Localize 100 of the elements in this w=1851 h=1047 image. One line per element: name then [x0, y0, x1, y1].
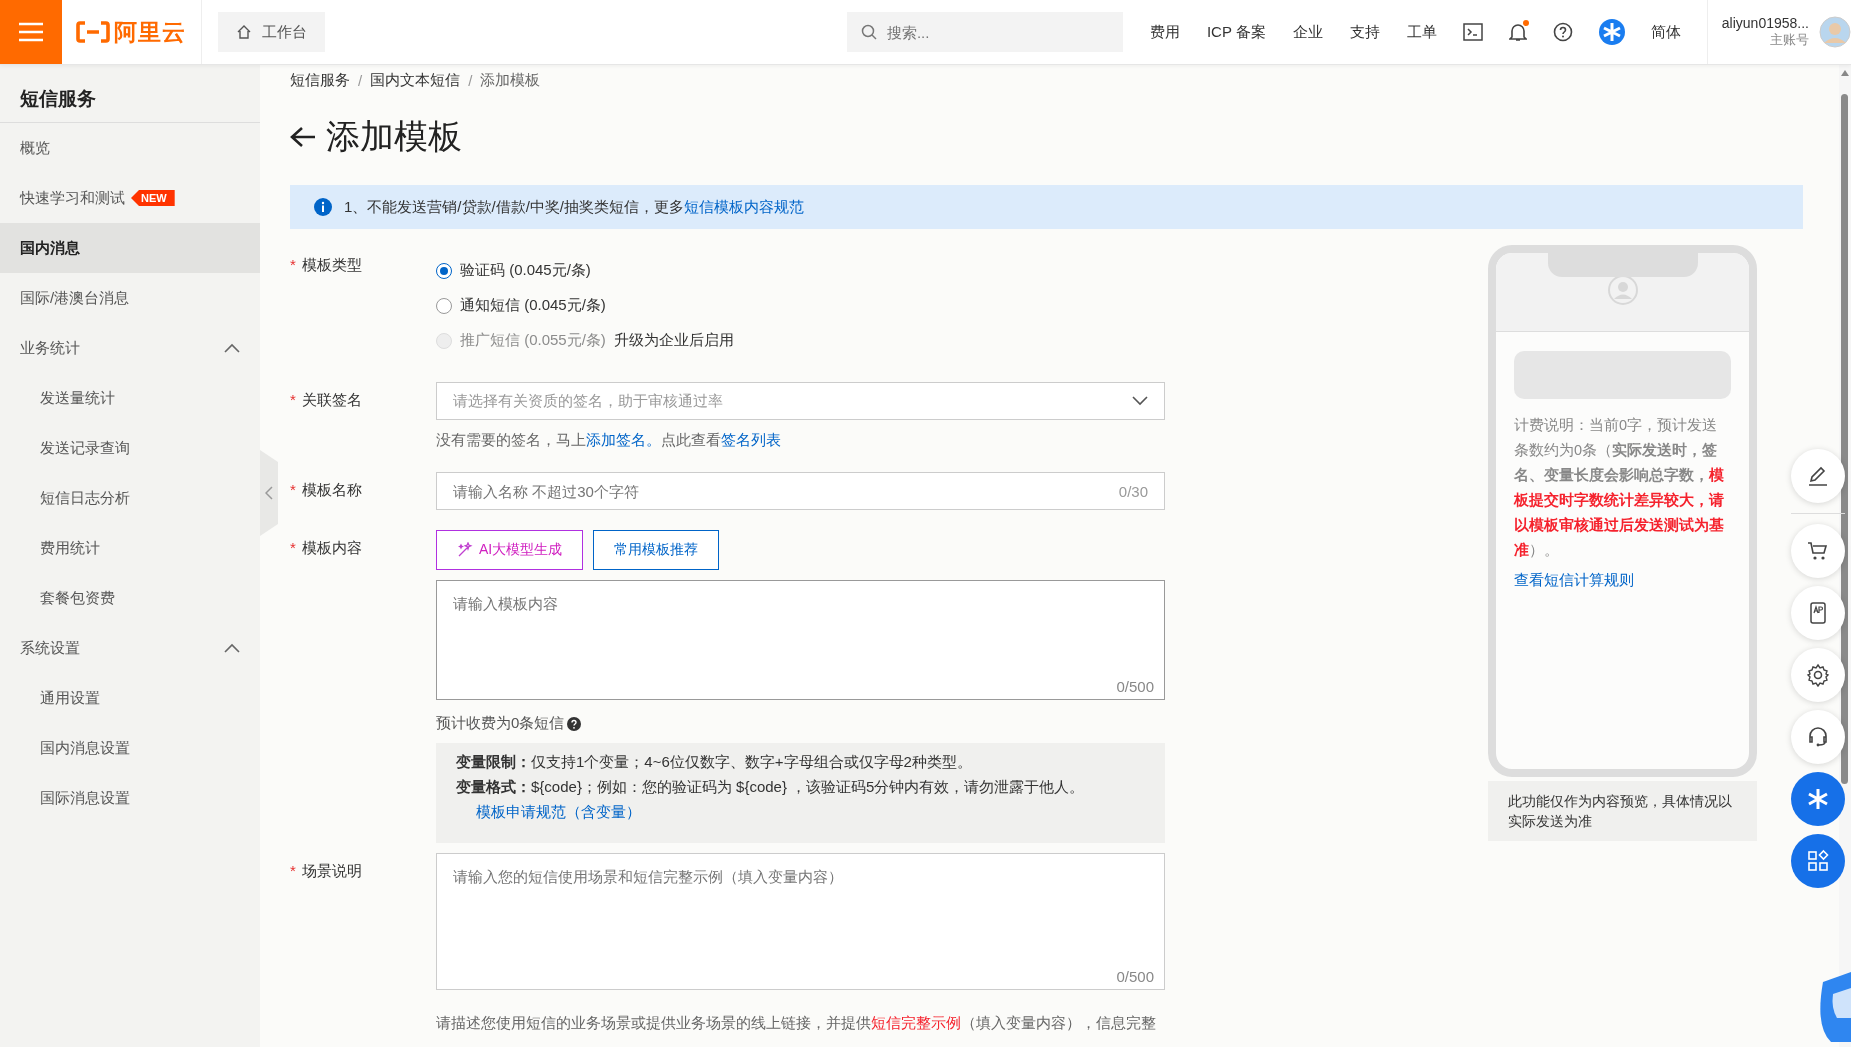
home-icon: [236, 24, 252, 40]
chevron-left-icon: [265, 486, 273, 500]
required-mark: *: [290, 391, 296, 408]
user-name[interactable]: aliyun01958...: [1721, 15, 1809, 31]
workbench-button[interactable]: 工作台: [218, 12, 325, 52]
variable-tip: 变量格式：${code}；例如：您的验证码为 ${code} ，该验证码5分钟内有效，请勿泄露于他人。: [456, 778, 1086, 797]
menu-button[interactable]: [0, 0, 62, 64]
sidebar-item[interactable]: 概览: [0, 123, 260, 173]
menu-icon: [18, 22, 44, 42]
new-badge: NEW: [131, 190, 175, 206]
radio-button[interactable]: [436, 297, 452, 314]
sidebar-item[interactable]: 短信日志分析: [0, 473, 260, 523]
sidebar-item[interactable]: 国内消息: [0, 223, 260, 273]
upgrade-note: 升级为企业后启用: [613, 331, 734, 350]
sidebar-item[interactable]: 快速学习和测试 NEW: [0, 173, 260, 223]
required-mark: *: [290, 539, 296, 556]
scroll-up-icon[interactable]: [1841, 70, 1849, 76]
pencil-button[interactable]: [1791, 449, 1845, 503]
terminal-icon[interactable]: [1462, 23, 1483, 41]
breadcrumb-link[interactable]: 短信服务: [290, 70, 350, 90]
settings-button[interactable]: [1791, 648, 1845, 702]
nav-link[interactable]: 支持: [1349, 22, 1380, 42]
notice-link[interactable]: 短信模板内容规范: [684, 197, 804, 215]
star-icon: [1806, 787, 1830, 811]
field-label: 模板内容: [301, 539, 362, 558]
radio-label[interactable]: 验证码 (0.045元/条): [460, 261, 591, 280]
breadcrumb-current: 添加模板: [480, 70, 541, 90]
grid-icon: [1806, 849, 1830, 873]
billing-note: 计费说明：当前0字，预计发送条数约为0条（实际发送时，签名、变量长度会影响总字数，模板提交时字数统计差异较大，请以模板审核通过后发送测试为基准）。: [1514, 416, 1725, 560]
help-link[interactable]: 添加签名。: [586, 431, 661, 448]
sparkle-icon: [457, 542, 473, 558]
headset-icon: [1806, 725, 1830, 749]
variable-tip: 变量限制：仅支持1个变量；4~6位仅数字、数字+字母组合或仅字母2种类型。: [456, 753, 973, 772]
sidebar-item[interactable]: 通用设置: [0, 673, 260, 723]
field-label: 模板名称: [301, 481, 362, 500]
field-label: 场景说明: [301, 862, 362, 881]
sidebar-item[interactable]: 国际/港澳台消息: [0, 273, 260, 323]
signature-help: 没有需要的签名，马上添加签名。点此查看签名列表: [436, 431, 782, 450]
field-label: 模板类型: [301, 256, 362, 275]
example-link[interactable]: 短信完整示例: [871, 1014, 961, 1031]
info-icon: [314, 198, 332, 216]
scenario-help: 请描述您使用短信的业务场景或提供业务场景的线上链接，并提供短信完整示例（填入变量内容），信息完整: [436, 1013, 1157, 1033]
headset-button[interactable]: [1791, 710, 1845, 764]
page-title: 添加模板: [326, 116, 462, 157]
help-icon[interactable]: [1552, 22, 1573, 42]
radio-label: 推广短信 (0.055元/条): [460, 331, 606, 350]
chevron-icon[interactable]: [224, 643, 240, 653]
template-recommend-button[interactable]: 常用模板推荐: [593, 530, 720, 570]
contact-avatar-icon: [1607, 275, 1638, 305]
sidebar-item[interactable]: 发送量统计: [0, 373, 260, 423]
sidebar-item[interactable]: 业务统计: [0, 323, 260, 373]
help-link[interactable]: 签名列表: [721, 431, 781, 448]
star-app-icon[interactable]: [1598, 19, 1625, 45]
search-field[interactable]: 搜索...: [846, 12, 1123, 52]
nav-link[interactable]: ICP 备案: [1206, 22, 1266, 42]
cart-button[interactable]: [1791, 524, 1845, 578]
account-role: 主账号: [1770, 31, 1809, 49]
chevron-icon[interactable]: [224, 343, 240, 353]
language-link[interactable]: 简体: [1650, 22, 1681, 42]
sidebar-item[interactable]: 费用统计: [0, 523, 260, 573]
ai-generate-button[interactable]: AI大模型生成: [436, 530, 584, 570]
sidebar-title: 短信服务: [0, 64, 260, 123]
name-input[interactable]: 请输入名称 不超过30个字符: [437, 473, 1119, 509]
char-counter: 0/500: [1116, 968, 1154, 985]
required-mark: *: [290, 256, 296, 273]
guideline-link[interactable]: 模板申请规范（含变量）: [476, 803, 641, 820]
bell-icon[interactable]: [1508, 22, 1527, 42]
search-icon: [860, 24, 877, 40]
sidebar-item[interactable]: 套餐包资费: [0, 573, 260, 623]
nav-link[interactable]: 费用: [1149, 22, 1180, 42]
logo-icon: [76, 21, 110, 43]
radio-label[interactable]: 通知短信 (0.045元/条): [460, 296, 606, 315]
sidebar-item[interactable]: 系统设置: [0, 623, 260, 673]
char-counter: 0/30: [1118, 482, 1148, 500]
required-mark: *: [290, 862, 296, 879]
sidebar-item[interactable]: 国际消息设置: [0, 773, 260, 823]
sidebar-item[interactable]: 国内消息设置: [0, 723, 260, 773]
notice-text: 1、不能发送营销/贷款/借款/中奖/抽奖类短信，更多短信模板内容规范: [344, 197, 804, 217]
chevron-down-icon: [1132, 396, 1148, 406]
app-button[interactable]: [1791, 586, 1845, 640]
radio-button[interactable]: [436, 262, 452, 279]
billing-rules-link[interactable]: 查看短信计算规则: [1514, 572, 1634, 588]
search-input[interactable]: 搜索...: [886, 12, 1107, 52]
nav-link[interactable]: 工单: [1406, 22, 1437, 42]
sidebar-item[interactable]: 发送记录查询: [0, 423, 260, 473]
star-button[interactable]: [1791, 772, 1845, 826]
grid-button[interactable]: [1791, 834, 1845, 888]
back-arrow-icon[interactable]: [290, 126, 316, 148]
required-mark: *: [290, 481, 296, 498]
pencil-icon: [1806, 464, 1830, 488]
field-label: 关联签名: [301, 391, 362, 410]
help-icon[interactable]: [567, 716, 582, 731]
breadcrumb-link[interactable]: 国内文本短信: [370, 70, 461, 90]
char-counter: 0/500: [1116, 678, 1154, 695]
breadcrumb-separator: /: [468, 71, 473, 89]
scrollbar-thumb[interactable]: [1841, 94, 1848, 784]
breadcrumb-separator: /: [358, 71, 363, 89]
nav-link[interactable]: 企业: [1292, 22, 1323, 42]
logo-text: 阿里云: [114, 17, 186, 47]
cost-estimate: 预计收费为0条短信: [436, 714, 565, 733]
